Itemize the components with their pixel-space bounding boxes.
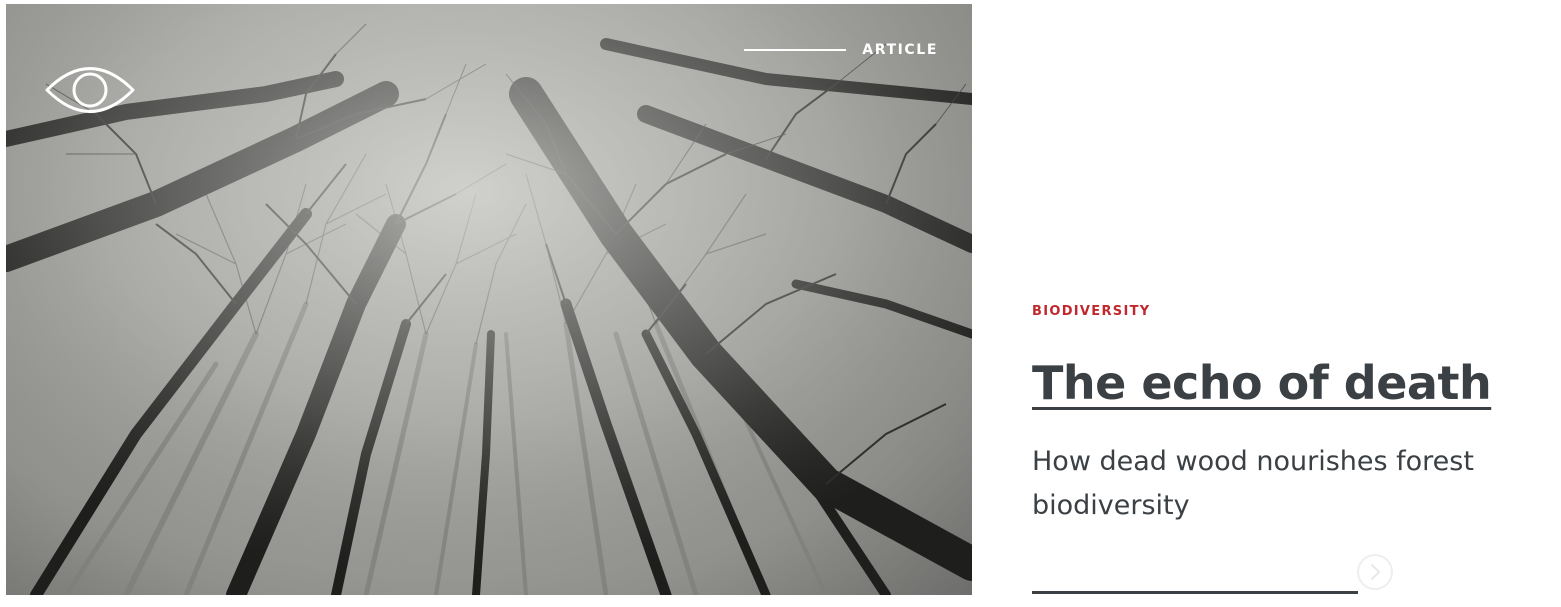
category-link[interactable]: BIODIVERSITY xyxy=(1032,304,1150,319)
kicker-label: ARTICLE xyxy=(862,42,938,58)
eye-icon xyxy=(45,67,135,113)
article-title-link[interactable]: The echo of death xyxy=(1032,350,1492,416)
kicker-line xyxy=(744,49,847,51)
hero-forest-image xyxy=(6,4,972,595)
hero-image-link[interactable]: ARTICLE xyxy=(6,4,972,595)
article-teaser: BIODIVERSITY The echo of death How dead … xyxy=(1032,0,1552,607)
bottom-divider xyxy=(1032,591,1358,594)
chevron-right-icon[interactable] xyxy=(1355,552,1395,592)
content-type-kicker: ARTICLE xyxy=(744,42,938,58)
article-subtitle: How dead wood nourishes forest biodivers… xyxy=(1032,446,1474,521)
